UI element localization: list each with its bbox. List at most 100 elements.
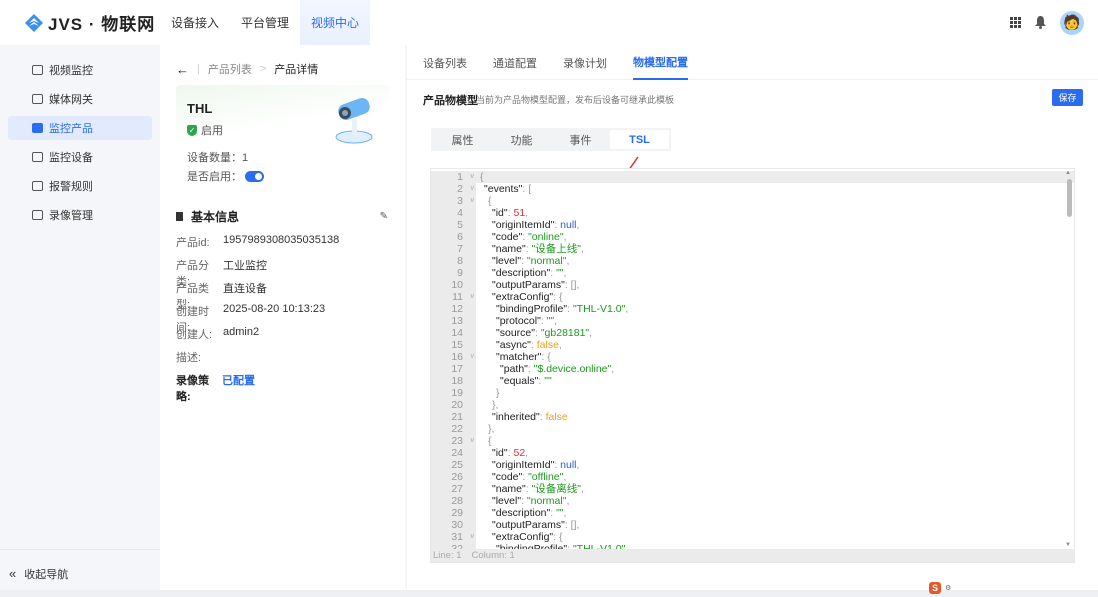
code-token: "originItemId" [492,459,555,471]
code-token: "code" [492,231,523,243]
subtab-tsl[interactable]: TSL [610,130,669,149]
code-line[interactable]: 1 v { [431,171,1074,183]
code-line[interactable]: 17 "path": "$.device.online", [431,363,1074,375]
code-text: "source": "gb28181", [476,327,592,339]
tab-channel-config[interactable]: 通道配置 [493,45,537,80]
fold-chevron-icon[interactable]: v [471,435,475,447]
scroll-up-arrow-icon[interactable]: ▲ [1065,170,1071,176]
code-line[interactable]: 28 "level": "normal", [431,495,1074,507]
code-line[interactable]: 14 "source": "gb28181", [431,327,1074,339]
sogou-ime-icon[interactable]: S [929,582,941,594]
fold-chevron-icon[interactable]: v [471,351,475,363]
code-line[interactable]: 10 "outputParams": [], [431,279,1074,291]
code-token: : [], [564,279,580,291]
line-number: 24 [431,447,476,459]
info-label: 创建时间: [176,306,209,334]
code-token: "设备上线" [531,243,582,255]
subtab-functions[interactable]: 功能 [492,130,551,149]
code-line[interactable]: 18 "equals": "" [431,375,1074,387]
subtab-properties[interactable]: 属性 [433,130,492,149]
code-token: , [581,483,584,495]
code-line[interactable]: 22}, [431,423,1074,435]
code-line[interactable]: 6 "code": "online", [431,231,1074,243]
enabled-toggle[interactable] [245,170,264,182]
nav-platform-management[interactable]: 平台管理 [230,0,300,45]
code-line[interactable]: 26 "code": "offline", [431,471,1074,483]
ime-settings-icon[interactable]: ⚙ [945,584,951,592]
nav-video-center[interactable]: 视频中心 [300,0,370,45]
basic-info-header: 基本信息 ✎ [176,208,388,225]
code-token: "outputParams" [492,279,565,291]
code-line[interactable]: 2 v "events": [ [431,183,1074,195]
code-text: "description": "", [476,507,566,519]
editor-scrollbar[interactable] [1067,179,1072,217]
code-line[interactable]: 29 "description": "", [431,507,1074,519]
subtab-events[interactable]: 事件 [551,130,610,149]
apps-grid-icon[interactable] [1010,17,1021,28]
code-line[interactable]: 8 "level": "normal", [431,255,1074,267]
product-icon [32,123,43,133]
line-number: 29 [431,507,476,519]
top-nav: 设备接入 平台管理 视频中心 [160,0,370,45]
fold-chevron-icon[interactable]: v [471,183,475,195]
recording-policy-link[interactable]: 已配置 [222,372,255,395]
code-lines[interactable]: 1 v{2 v "events": [3 v{4 "id": 51, 5 "originIte… [431,171,1074,555]
sidebar-item-video-monitor[interactable]: 视频监控 [8,58,152,82]
sidebar-item-recording[interactable]: 录像管理 [8,203,152,227]
edit-icon[interactable]: ✎ [380,211,388,222]
back-arrow-icon[interactable]: ← [176,62,189,77]
fold-chevron-icon[interactable]: v [471,531,475,543]
fold-chevron-icon[interactable]: v [471,291,475,303]
sidebar-item-monitor-device[interactable]: 监控设备 [8,145,152,169]
code-token: , [563,267,567,279]
code-token: "name" [492,483,526,495]
code-line[interactable]: 25 "originItemId": null, [431,459,1074,471]
breadcrumb-parent[interactable]: 产品列表 [208,61,252,77]
sidebar-item-media-gateway[interactable]: 媒体网关 [8,87,152,111]
code-line[interactable]: 27 "name": "设备离线", [431,483,1074,495]
fold-chevron-icon[interactable]: v [471,171,475,183]
code-line[interactable]: 13 "protocol": "", [431,315,1074,327]
code-line[interactable]: 31 v "extraConfig": { [431,531,1074,543]
code-token: , [563,471,567,483]
code-text: "outputParams": [], [476,279,579,291]
bell-icon[interactable] [1035,16,1046,29]
info-row: 产品id: 1957989308035035138 [176,234,339,257]
code-line[interactable]: 7 "name": "设备上线", [431,243,1074,255]
device-count-label: 设备数量： [187,152,242,164]
nav-device-access[interactable]: 设备接入 [160,0,230,45]
sidebar-item-monitor-product[interactable]: 监控产品 [8,116,152,140]
code-token: "inherited" [492,411,540,423]
line-number: 12 [431,303,476,315]
code-line[interactable]: 4 "id": 51, [431,207,1074,219]
code-line[interactable]: 11 v "extraConfig": { [431,291,1074,303]
tsl-code-editor[interactable]: 1 v{2 v "events": [3 v{4 "id": 51, 5 "originIte… [430,168,1075,563]
code-line[interactable]: 21 "inherited": false [431,411,1074,423]
code-line[interactable]: 12 "bindingProfile": "THL-V1.0", [431,303,1074,315]
code-token: , [576,459,580,471]
code-text: "inherited": false [476,411,568,423]
code-line[interactable]: 16 v "matcher": { [431,351,1074,363]
sidebar-item-alarm-rules[interactable]: 报警规则 [8,174,152,198]
tab-recording-plan[interactable]: 录像计划 [563,45,607,80]
scroll-down-arrow-icon[interactable]: ▼ [1065,542,1071,548]
code-line[interactable]: 15 "async": false, [431,339,1074,351]
info-label: 创建人: [176,329,213,341]
fold-chevron-icon[interactable]: v [471,195,475,207]
code-line[interactable]: 3 v { [431,195,1074,207]
code-line[interactable]: 5 "originItemId": null, [431,219,1074,231]
save-button[interactable]: 保存 [1052,89,1083,106]
tab-device-list[interactable]: 设备列表 [423,45,467,80]
code-line[interactable]: 23 v { [431,435,1074,447]
code-token: "matcher" [496,351,542,363]
code-text: "code": "online", [476,231,566,243]
code-line[interactable]: 20}, [431,399,1074,411]
user-avatar[interactable]: 🧑 [1060,10,1084,35]
code-line[interactable]: 19} [431,387,1074,399]
code-line[interactable]: 24 "id": 52, [431,447,1074,459]
logo[interactable]: JVS · 物联网 [24,10,160,35]
code-line[interactable]: 9 "description": "", [431,267,1074,279]
code-token: "设备离线" [531,483,582,495]
code-line[interactable]: 30 "outputParams": [], [431,519,1074,531]
tab-thing-model-config[interactable]: 物模型配置 [633,45,688,80]
